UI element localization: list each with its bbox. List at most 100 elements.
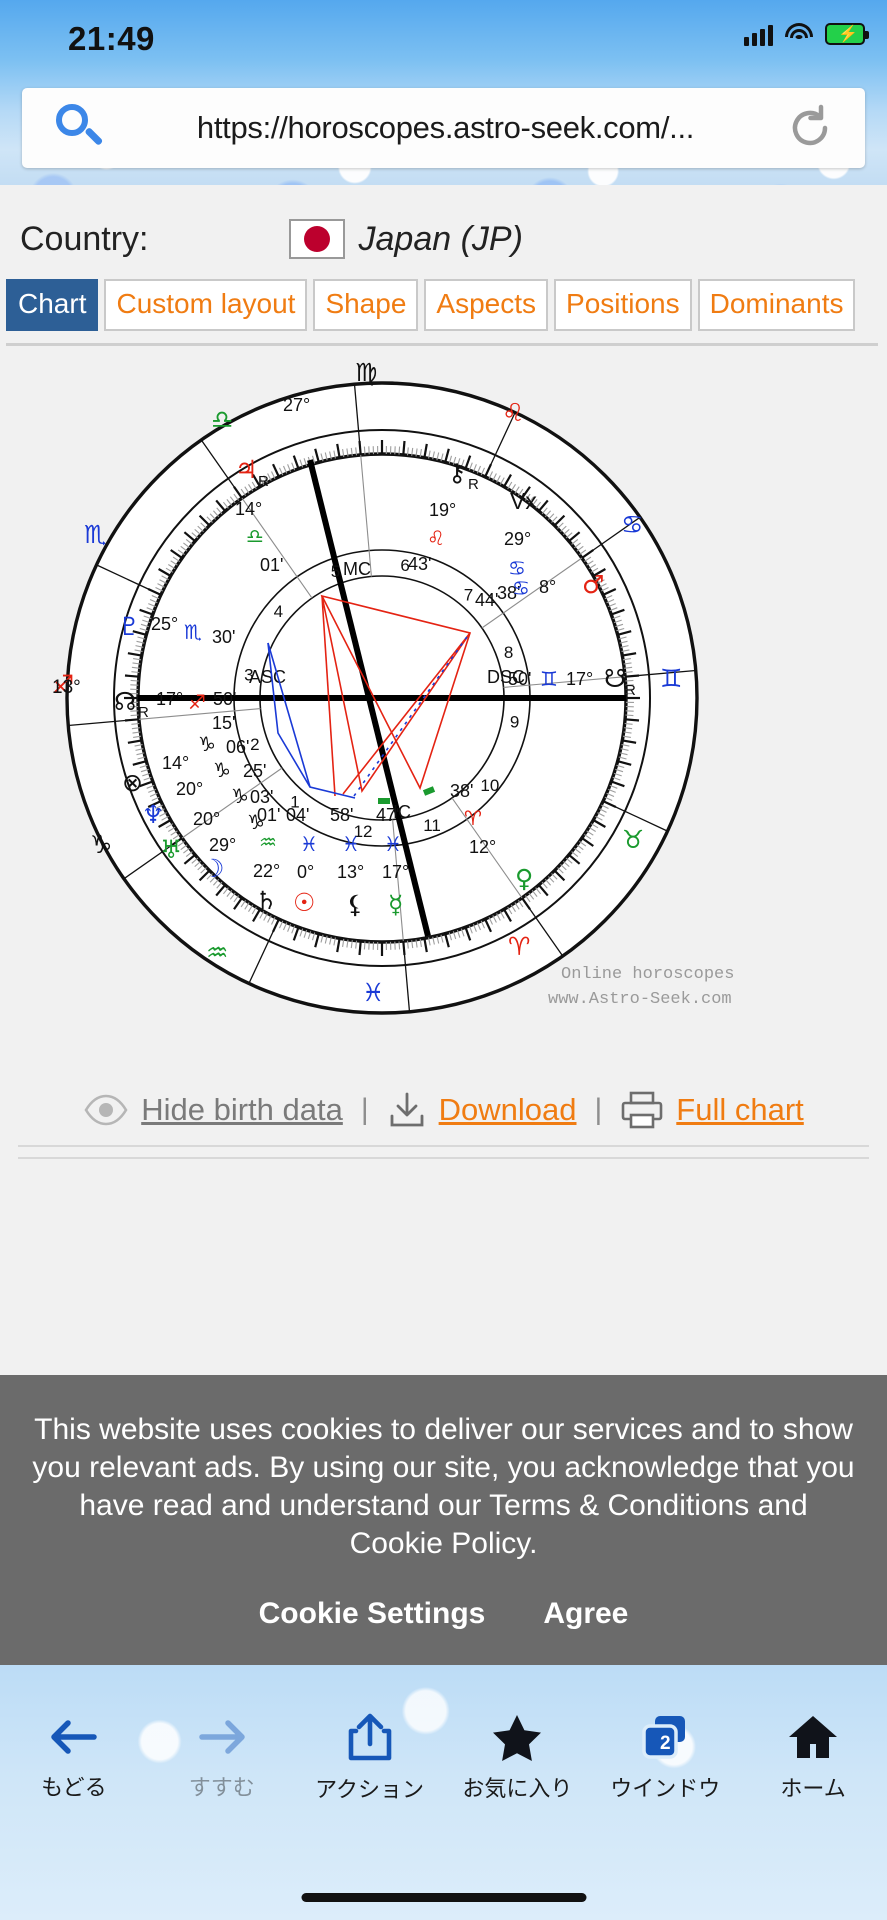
wifi-icon — [784, 22, 814, 46]
chiron-degree: 19° — [429, 500, 456, 520]
home-indicator — [301, 1893, 586, 1902]
tab-dominants[interactable]: Dominants — [697, 279, 856, 331]
browser-toolbar: もどる すすむ アクション お気に入り 2 ウインドウ ホーム — [0, 1665, 887, 1920]
full-chart-label[interactable]: Full chart — [676, 1092, 803, 1128]
sun-sign: ♓ — [300, 832, 318, 856]
chiron-sign: ♌ — [427, 526, 445, 550]
toolbar-back-label: もどる — [41, 1774, 107, 1800]
toolbar-forward-button[interactable]: すすむ — [148, 1665, 296, 1850]
japan-flag-icon — [288, 219, 345, 259]
toolbar-back-button[interactable]: もどる — [0, 1665, 148, 1850]
mars-degree: 8° — [539, 577, 556, 597]
tabs-icon: 2 — [642, 1715, 686, 1759]
share-icon — [348, 1713, 391, 1760]
url-bar[interactable]: https://horoscopes.astro-seek.com/... — [22, 88, 865, 168]
jupiter-minute: 01' — [260, 555, 283, 575]
saturn-degree: 22° — [253, 861, 280, 881]
part-of-fortune-sign: ♑ — [198, 732, 216, 756]
chiron-glyph: ⚷ — [448, 458, 466, 487]
chart-actions: Hide birth data | Download | Full chart — [0, 1065, 887, 1155]
action-separator-2: | — [594, 1093, 603, 1126]
zodiac-pisces-glyph: ♓ — [362, 978, 384, 1007]
house-number: 10 — [480, 776, 499, 795]
venus-minute: 38' — [450, 781, 473, 801]
chart-credit-line2: www.Astro-Seek.com — [548, 990, 732, 1009]
star-icon — [493, 1714, 542, 1761]
mercury-degree: 17° — [382, 862, 409, 882]
lilith-sign: ♓ — [342, 832, 360, 856]
angle-mc-label: MC — [343, 559, 371, 579]
toolbar-tabs-button[interactable]: 2 ウインドウ — [591, 1665, 739, 1850]
mercury-sign: ♓ — [384, 832, 402, 856]
cookie-settings-button[interactable]: Cookie Settings — [259, 1597, 486, 1631]
south-node-retro: R — [625, 682, 636, 699]
country-row: Country: Japan (JP) — [0, 207, 887, 271]
full-chart-action[interactable]: Full chart — [620, 1091, 804, 1129]
cookie-consent-text: This website uses cookies to deliver our… — [32, 1413, 855, 1560]
south-node-degree: 17° — [566, 669, 593, 689]
cellular-signal-icon — [744, 22, 773, 46]
house-number: 9 — [510, 712, 519, 731]
back-arrow-icon — [51, 1719, 97, 1754]
zodiac-aquarius-glyph: ♒ — [206, 938, 228, 967]
jupiter-retro: R — [258, 473, 269, 490]
uranus-sign: ♑ — [231, 784, 249, 808]
north-node-minute: 50' — [213, 689, 236, 709]
south-node-glyph: ☋ — [604, 664, 626, 693]
toolbar-share-button[interactable]: アクション — [296, 1665, 444, 1850]
download-label[interactable]: Download — [439, 1092, 577, 1128]
toolbar-bookmarks-button[interactable]: お気に入り — [443, 1665, 591, 1850]
venus-glyph: ♀ — [515, 864, 533, 893]
divider-1 — [18, 1145, 869, 1147]
cookie-consent-bar: This website uses cookies to deliver our… — [0, 1375, 887, 1665]
neptune-glyph: ♆ — [142, 800, 164, 829]
cookie-buttons: Cookie Settings Agree — [30, 1597, 857, 1631]
part-of-fortune-glyph: ⊗ — [122, 768, 143, 797]
forward-arrow-icon — [198, 1719, 245, 1754]
tab-positions[interactable]: Positions — [554, 279, 692, 331]
zodiac-aries-glyph: ♈ — [508, 932, 530, 961]
status-bar: 21:49 ⚡ — [0, 0, 887, 78]
house-number: 8 — [504, 643, 513, 662]
venus-sign: ♈ — [464, 806, 482, 830]
tab-custom-layout[interactable]: Custom layout — [104, 279, 308, 331]
mc-degree-label: 27° — [283, 395, 310, 415]
sun-degree: 0° — [297, 862, 314, 882]
zodiac-gemini-glyph: ♊ — [660, 664, 682, 693]
battery-charging-icon: ⚡ — [825, 23, 869, 45]
north-node-retro: R — [138, 704, 149, 721]
country-value: Japan (JP) — [358, 219, 523, 258]
vertex-glyph: Vx — [510, 488, 537, 514]
house-number: 2 — [250, 735, 259, 754]
natal-chart-wheel[interactable]: .ring { fill:#fff; stroke:#111; } .thin … — [10, 353, 877, 1053]
browser-chrome: 21:49 ⚡ https://horoscopes.astro-seek.co… — [0, 0, 887, 214]
url-text[interactable]: https://horoscopes.astro-seek.com/... — [106, 110, 785, 146]
mercury-glyph: ☿ — [388, 890, 403, 919]
tab-shape[interactable]: Shape — [313, 279, 419, 331]
lilith-degree: 13° — [337, 862, 364, 882]
mars-glyph: ♂ — [582, 570, 604, 599]
zodiac-leo-glyph: ♌ — [502, 398, 524, 427]
south-node-minute: 50' — [508, 669, 531, 689]
toolbar-home-button[interactable]: ホーム — [739, 1665, 887, 1850]
part-of-fortune-degree: 14° — [162, 753, 189, 773]
house-number: 3 — [244, 666, 253, 685]
house-number: 5 — [331, 562, 340, 581]
download-icon — [390, 1092, 424, 1127]
hide-birth-data-action[interactable]: Hide birth data — [83, 1092, 343, 1128]
country-label: Country: — [20, 219, 149, 258]
eye-icon — [84, 1094, 128, 1126]
uranus-degree: 20° — [193, 809, 220, 829]
toolbar-share-label: アクション — [315, 1776, 425, 1802]
reload-icon[interactable] — [785, 103, 835, 153]
tab-aspects[interactable]: Aspects — [424, 279, 549, 331]
saturn-glyph: ♄ — [255, 886, 277, 915]
mars-minute: 44' — [475, 590, 498, 610]
tab-chart[interactable]: Chart — [6, 279, 99, 331]
cookie-agree-button[interactable]: Agree — [543, 1597, 628, 1631]
chiron-retro: R — [468, 476, 479, 493]
hide-birth-data-label[interactable]: Hide birth data — [141, 1092, 343, 1128]
download-action[interactable]: Download — [387, 1091, 577, 1129]
status-icons: ⚡ — [744, 22, 869, 46]
moon-minute: 03' — [250, 787, 273, 807]
